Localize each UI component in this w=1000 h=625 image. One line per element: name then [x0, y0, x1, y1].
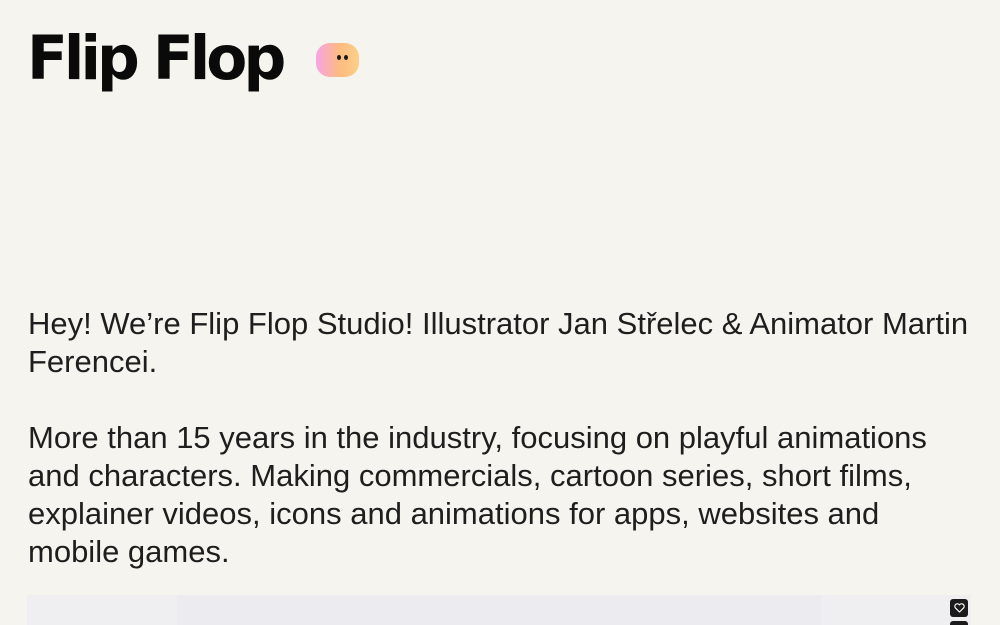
header-logo[interactable]: Flip Flop [27, 22, 359, 94]
logo-wordmark[interactable]: Flip Flop [27, 28, 286, 89]
intro-paragraph: Hey! We’re Flip Flop Studio! Illustrator… [28, 306, 969, 379]
blob-right-eye [344, 55, 348, 60]
media-preview-inner [177, 595, 821, 625]
media-action-button[interactable] [950, 621, 968, 625]
like-button[interactable] [950, 599, 968, 617]
blob-face-icon [316, 43, 359, 77]
heart-icon [953, 603, 965, 613]
intro-section: Hey! We’re Flip Flop Studio! Illustrator… [28, 305, 978, 571]
blob-left-eye [337, 55, 341, 60]
intro-description: More than 15 years in the industry, focu… [28, 420, 927, 569]
media-preview[interactable] [27, 595, 971, 625]
